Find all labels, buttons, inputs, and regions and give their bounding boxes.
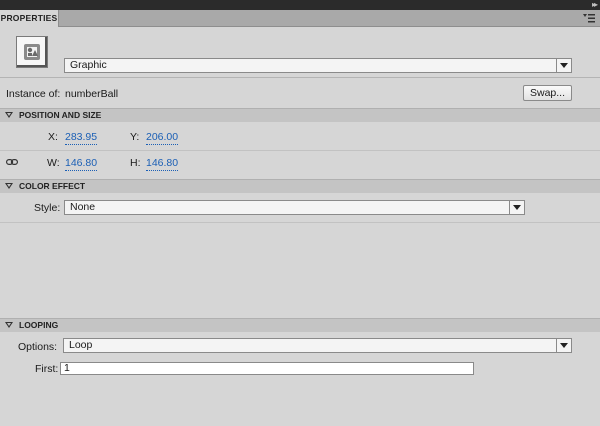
section-color-effect[interactable]: COLOR EFFECT [0, 179, 600, 193]
section-title: LOOPING [19, 320, 59, 330]
chevron-down-icon[interactable] [556, 339, 571, 352]
graphic-symbol-glyph-icon [24, 44, 40, 60]
looping-options-value: Loop [69, 339, 93, 351]
chevron-down-icon[interactable] [509, 201, 524, 214]
x-label: X: [48, 131, 58, 143]
symbol-type-value: Graphic [70, 59, 107, 71]
divider [0, 150, 600, 151]
chain-link-icon[interactable] [6, 159, 18, 165]
panel-menu-icon[interactable] [583, 13, 595, 23]
first-frame-input[interactable]: 1 [60, 362, 474, 375]
divider [0, 77, 600, 78]
triangle-down-icon[interactable] [5, 112, 13, 118]
w-label: W: [47, 157, 60, 169]
double-chevron-right-icon[interactable]: ▸▸ [592, 0, 598, 10]
instance-name: numberBall [65, 88, 119, 100]
tab-bar: PROPERTIES [0, 10, 600, 27]
options-label: Options: [18, 341, 58, 353]
looping-options-select[interactable]: Loop [63, 338, 572, 353]
first-frame-label: First: [35, 363, 59, 375]
properties-panel: ▸▸ PROPERTIES Graphic Instance of: numbe… [0, 0, 600, 426]
y-value-scrubber[interactable]: 206.00 [146, 131, 179, 145]
triangle-down-icon[interactable] [5, 183, 13, 189]
color-style-select[interactable]: None [64, 200, 525, 215]
panel-top-strip: ▸▸ [0, 0, 600, 10]
style-label: Style: [34, 202, 61, 214]
w-value-scrubber[interactable]: 146.80 [65, 157, 98, 171]
triangle-down-icon[interactable] [5, 322, 13, 328]
instance-of-label: Instance of: [6, 88, 61, 100]
graphic-symbol-icon [16, 36, 48, 68]
divider [0, 222, 600, 223]
section-position-and-size[interactable]: POSITION AND SIZE [0, 108, 600, 122]
section-looping[interactable]: LOOPING [0, 318, 600, 332]
y-label: Y: [130, 131, 140, 143]
chevron-down-icon[interactable] [556, 59, 571, 72]
x-value-scrubber[interactable]: 283.95 [65, 131, 98, 145]
tab-properties[interactable]: PROPERTIES [0, 10, 59, 27]
section-title: COLOR EFFECT [19, 181, 86, 191]
symbol-type-select[interactable]: Graphic [64, 58, 572, 73]
section-title: POSITION AND SIZE [19, 110, 102, 120]
swap-button[interactable]: Swap... [523, 85, 572, 101]
color-style-value: None [70, 201, 96, 213]
h-value-scrubber[interactable]: 146.80 [146, 157, 179, 171]
h-label: H: [130, 157, 141, 169]
